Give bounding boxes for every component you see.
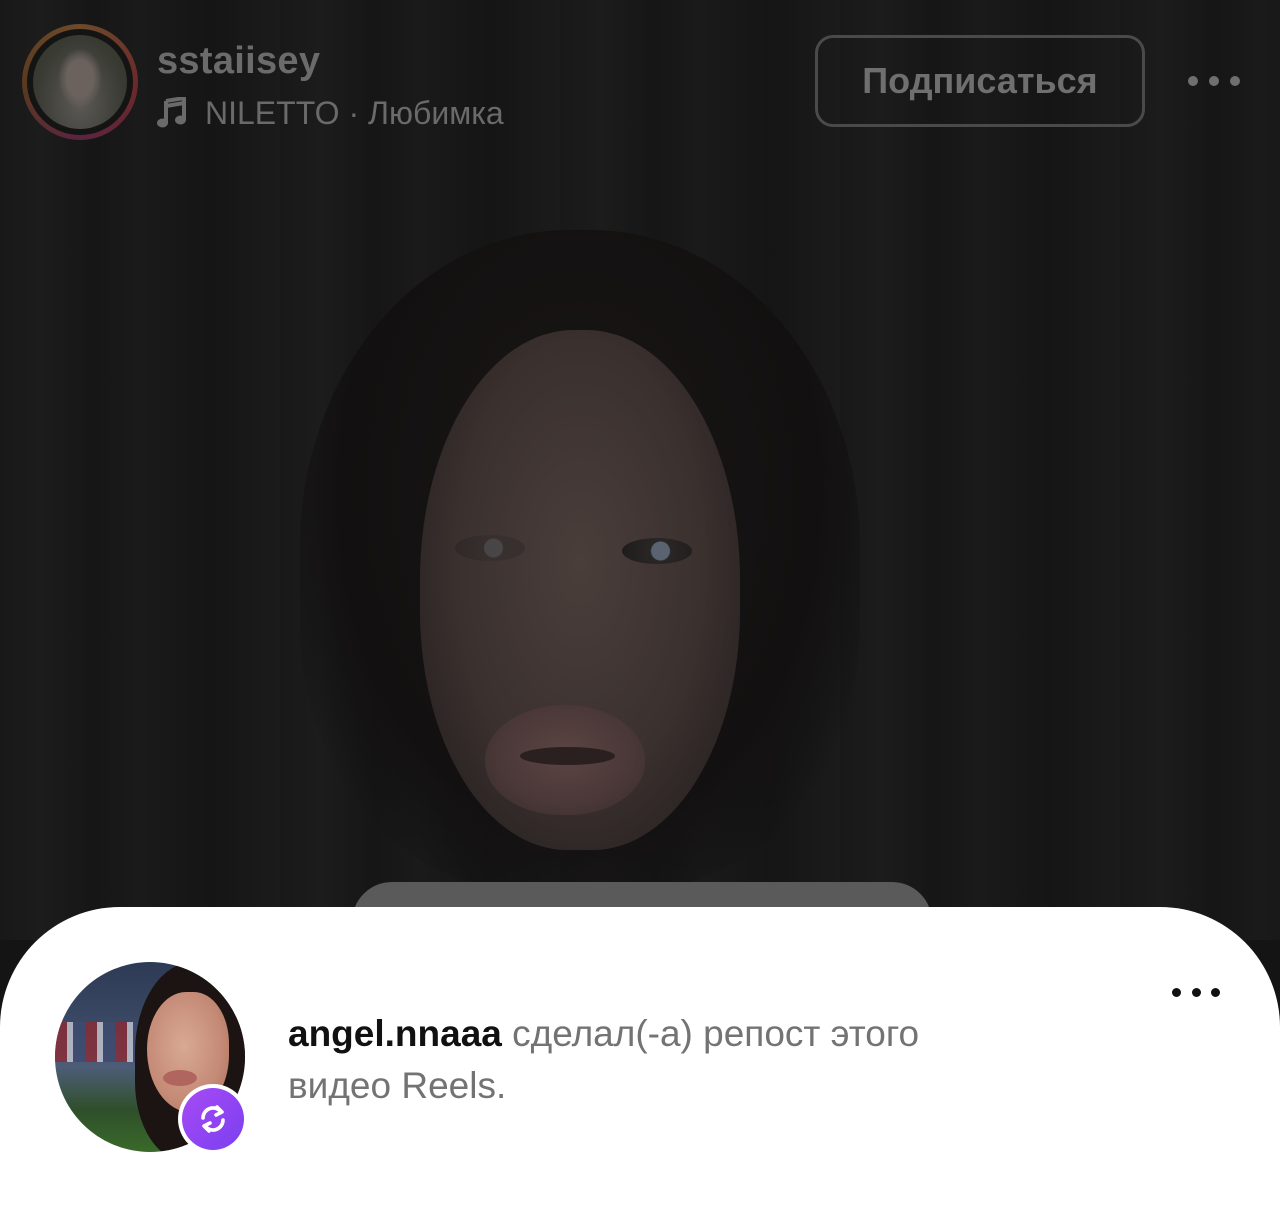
repost-badge xyxy=(178,1084,248,1154)
repost-icon xyxy=(201,1105,225,1133)
music-note-icon xyxy=(157,97,186,128)
dot xyxy=(1188,76,1198,86)
follow-button[interactable]: Подписаться xyxy=(815,35,1145,127)
author-username[interactable]: sstaiisey xyxy=(157,40,320,83)
dot xyxy=(1209,76,1219,86)
repost-message: angel.nnaaa сделал(-а) репост этого виде… xyxy=(288,1008,1088,1112)
avatar-person-lips xyxy=(163,1070,197,1086)
repost-message-line1: сделал(-а) репост этого xyxy=(501,1013,920,1054)
video-subject-mouth xyxy=(520,747,615,765)
reel-header: sstaiisey NILETTO · Любимка Подписаться xyxy=(0,0,1280,150)
video-subject-lips xyxy=(485,705,645,815)
dot xyxy=(1172,987,1181,997)
author-avatar[interactable] xyxy=(22,24,138,140)
repost-badge-circle xyxy=(182,1088,244,1150)
music-label: NILETTO · Любимка xyxy=(205,94,504,131)
music-info[interactable]: NILETTO · Любимка xyxy=(157,95,504,131)
repost-message-line2: видео Reels. xyxy=(288,1065,507,1106)
sheet-more-options-icon[interactable] xyxy=(1172,982,1220,1002)
avatar-ring-gap xyxy=(27,29,133,135)
author-avatar-image xyxy=(33,35,127,129)
dot xyxy=(1191,987,1201,997)
video-subject-eye-right xyxy=(622,538,692,564)
reposter-username[interactable]: angel.nnaaa xyxy=(288,1013,502,1054)
dot xyxy=(1211,987,1220,997)
reels-screen: sstaiisey NILETTO · Любимка Подписаться xyxy=(0,0,1280,1211)
dot xyxy=(1230,76,1240,86)
video-subject-eye-left xyxy=(455,535,525,561)
more-options-icon[interactable] xyxy=(1188,62,1240,100)
